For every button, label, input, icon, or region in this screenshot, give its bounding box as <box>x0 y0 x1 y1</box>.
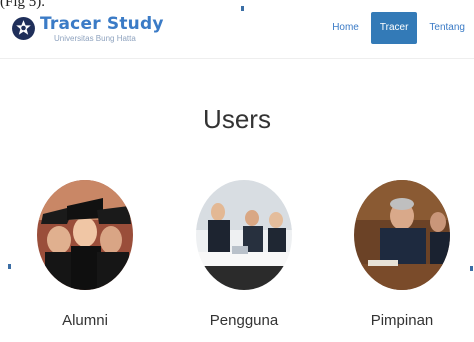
user-card-pengguna[interactable]: Pengguna <box>194 180 294 329</box>
right-marker <box>470 266 473 271</box>
brand-title: Tracer Study <box>40 14 164 34</box>
alumni-avatar[interactable] <box>37 180 133 290</box>
section-title: Users <box>203 104 271 134</box>
university-logo-icon <box>12 17 35 40</box>
nav-home[interactable]: Home <box>323 12 368 44</box>
top-marker <box>241 6 244 11</box>
user-label-pimpinan: Pimpinan <box>370 312 434 329</box>
pimpinan-avatar[interactable] <box>354 180 450 290</box>
user-label-pengguna: Pengguna <box>209 312 279 329</box>
office-meeting-photo <box>196 180 292 290</box>
graduates-photo <box>37 180 133 290</box>
user-label-alumni: Alumni <box>62 312 108 329</box>
left-marker <box>8 264 11 269</box>
executives-photo <box>354 180 450 290</box>
navbar: Tracer Study Universitas Bung Hatta Home… <box>0 0 474 59</box>
main-nav: Home Tracer Tentang <box>323 12 474 44</box>
brand-subtitle: Universitas Bung Hatta <box>54 34 136 43</box>
nav-tracer[interactable]: Tracer <box>370 12 418 44</box>
pengguna-avatar[interactable] <box>196 180 292 290</box>
nav-tentang[interactable]: Tentang <box>420 12 474 44</box>
brand[interactable]: Tracer Study Universitas Bung Hatta <box>11 14 164 43</box>
user-card-alumni[interactable]: Alumni <box>35 180 135 329</box>
user-card-pimpinan[interactable]: Pimpinan <box>352 180 452 329</box>
